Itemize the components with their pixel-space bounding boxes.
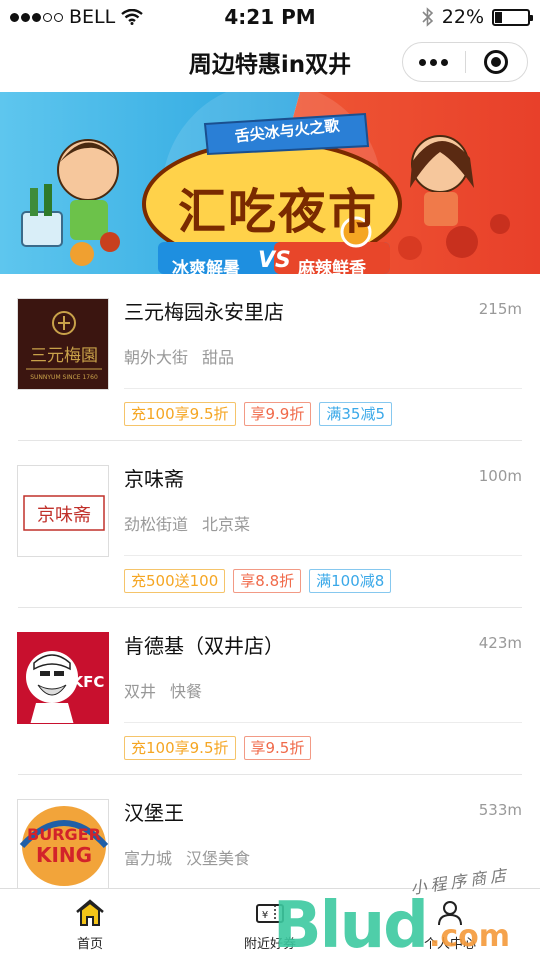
- store-area: 富力城: [124, 849, 173, 868]
- discount-tag: 满100减8: [309, 569, 392, 593]
- promo-banner[interactable]: 舌尖冰与火之歌 汇吃夜市 冰爽解暑 VS 麻辣鲜香: [0, 92, 540, 274]
- banner-left-text: 冰爽解暑: [172, 259, 240, 274]
- banner-right-text: 麻辣鲜香: [298, 259, 366, 274]
- tab-label: 首页: [76, 937, 103, 952]
- store-category: 甜品: [202, 348, 235, 367]
- store-logo: 三元梅園 SUNNYUM SINCE 1760: [17, 298, 109, 390]
- store-item[interactable]: 三元梅園 SUNNYUM SINCE 1760 三元梅园永安里店 215m 朝外…: [0, 274, 540, 441]
- discount-tag: 充100享9.5折: [124, 402, 236, 426]
- watermark-domain: .com: [428, 919, 510, 954]
- discount-tag: 充500送100: [124, 569, 226, 593]
- battery-percent: 22%: [441, 6, 484, 28]
- store-distance: 215m: [478, 300, 522, 318]
- sanyuan-logo-image: 三元梅園 SUNNYUM SINCE 1760: [18, 299, 108, 389]
- logo-text: 三元梅園: [30, 346, 98, 366]
- logo-text: KFC: [72, 673, 105, 691]
- store-logo: 京味斋: [17, 465, 109, 557]
- store-distance: 423m: [478, 634, 522, 652]
- store-distance: 533m: [478, 801, 522, 819]
- store-distance: 100m: [478, 467, 522, 485]
- clock: 4:21 PM: [224, 5, 316, 29]
- capsule-menu: [402, 42, 528, 82]
- nav-bar: 周边特惠in双井: [0, 34, 540, 90]
- close-miniprogram-button[interactable]: [466, 43, 528, 81]
- store-category: 快餐: [170, 682, 203, 701]
- tab-home[interactable]: 首页: [0, 889, 180, 960]
- store-name: 肯德基（双井店）: [124, 634, 284, 658]
- discount-tag: 满35减5: [319, 402, 392, 426]
- logo-text-bottom: KING: [36, 843, 92, 867]
- logo-text: 京味斋: [37, 505, 91, 526]
- kfc-logo-image: KFC: [18, 633, 108, 723]
- svg-text:¥: ¥: [262, 910, 268, 921]
- discount-tag: 享9.5折: [243, 736, 312, 760]
- signal-strength-icon: [10, 12, 63, 22]
- page-title: 周边特惠in双井: [188, 52, 352, 78]
- jingweizhai-logo-image: 京味斋: [18, 466, 108, 556]
- site-watermark: Blud .com 小程序商店: [272, 865, 511, 960]
- discount-tag: 充100享9.5折: [124, 736, 236, 760]
- store-name: 京味斋: [124, 467, 184, 491]
- bluetooth-icon: [422, 7, 433, 27]
- store-name: 汉堡王: [124, 801, 184, 825]
- store-logo: KFC: [17, 632, 109, 724]
- store-category: 汉堡美食: [186, 849, 251, 868]
- banner-vs: VS: [258, 248, 291, 273]
- discount-tag: 享8.8折: [233, 569, 302, 593]
- burger-king-logo-image: BURGER KING: [18, 800, 108, 890]
- store-area: 劲松街道: [124, 515, 189, 534]
- store-logo: BURGER KING: [17, 799, 109, 891]
- store-category: 北京菜: [202, 515, 251, 534]
- discount-tag: 享9.9折: [243, 402, 312, 426]
- logo-text-top: BURGER: [27, 825, 101, 844]
- banner-title: 汇吃夜市: [177, 184, 378, 240]
- store-item[interactable]: KFC 肯德基（双井店） 423m 双井 快餐 充100享9.5折 享9.5折: [0, 608, 540, 775]
- store-area: 双井: [124, 682, 157, 701]
- status-bar: BELL 4:21 PM 22%: [0, 0, 540, 34]
- battery-icon: [492, 8, 533, 26]
- home-icon: [76, 899, 104, 926]
- target-icon: [484, 50, 509, 74]
- more-button[interactable]: [403, 43, 465, 81]
- carrier-label: BELL: [69, 6, 116, 28]
- store-name: 三元梅园永安里店: [124, 300, 284, 324]
- logo-subtext: SUNNYUM SINCE 1760: [30, 374, 98, 381]
- store-area: 朝外大街: [124, 348, 189, 367]
- watermark-letters: Blud: [272, 889, 429, 960]
- more-dots-icon: [419, 58, 449, 66]
- wifi-icon: [121, 9, 143, 25]
- store-item[interactable]: 京味斋 京味斋 100m 劲松街道 北京菜 充500送100 享8.8折 满10…: [0, 441, 540, 608]
